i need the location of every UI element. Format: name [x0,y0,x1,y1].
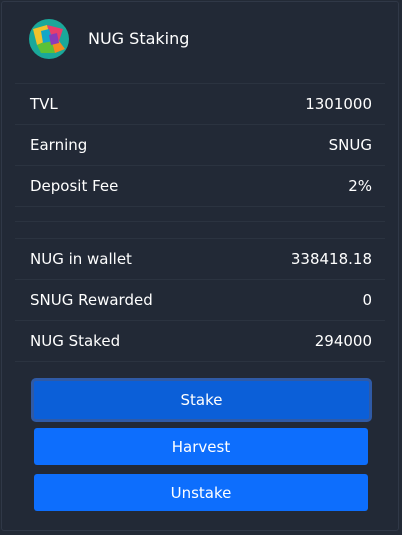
row-label: NUG Staked [30,332,121,350]
row-label: SNUG Rewarded [30,291,153,309]
row-label: Earning [30,136,88,154]
user-row-rewarded: SNUG Rewarded 0 [15,279,385,319]
row-value: 2% [348,177,372,195]
unstake-button[interactable]: Unstake [34,474,368,511]
section-divider [15,206,385,207]
row-label: NUG in wallet [30,250,132,268]
row-value: 0 [362,291,372,309]
pool-row-deposit-fee: Deposit Fee 2% [15,165,385,205]
card-header: NUG Staking [2,2,398,82]
harvest-button[interactable]: Harvest [34,428,368,465]
pool-row-earning: Earning SNUG [15,124,385,164]
row-label: Deposit Fee [30,177,119,195]
section-divider [15,221,385,222]
staking-card: NUG Staking TVL 1301000 Earning SNUG Dep… [1,1,399,531]
row-value: SNUG [328,136,372,154]
section-divider [15,361,385,362]
stake-button[interactable]: Stake [31,378,372,422]
user-row-staked: NUG Staked 294000 [15,320,385,360]
nug-logo-icon [29,19,69,59]
row-value: 294000 [314,332,372,350]
user-row-wallet: NUG in wallet 338418.18 [15,238,385,278]
pool-row-tvl: TVL 1301000 [15,83,385,123]
row-label: TVL [30,95,58,113]
row-value: 338418.18 [290,250,372,268]
page-title: NUG Staking [88,29,190,48]
row-value: 1301000 [305,95,372,113]
